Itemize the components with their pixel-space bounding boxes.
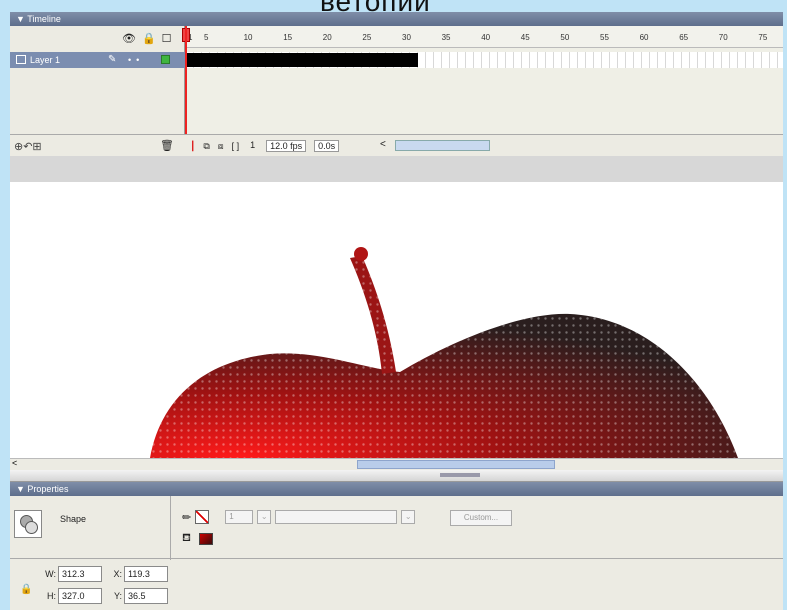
frame-ruler[interactable]: 1 5 10 15 20 25 30 35 40 45 50 55 60 65 70 75: [186, 26, 783, 48]
h-row: H: 327.0: [44, 588, 102, 604]
timeline-footer: ⊕↶⊞ 🗑 ┃ ⧉ ⧈ [ ] 1 12.0 fps 0.0s <: [10, 134, 783, 156]
pen-icon: ✏: [182, 511, 192, 524]
y-label: Y:: [113, 591, 122, 601]
divider: [10, 558, 783, 559]
scroll-left-icon[interactable]: <: [380, 139, 386, 150]
stroke-height-dropdown[interactable]: ⌄: [257, 510, 272, 524]
ruler-label: 65: [679, 33, 689, 42]
timeline-body: 👁 🔒 ☐ Layer 1 ✎ • • 1 5 10 15 20 25 30 35 40 45 50…: [10, 26, 783, 156]
outline-color-swatch[interactable]: [161, 55, 170, 64]
ruler-label: 10: [243, 33, 253, 42]
stroke-color-swatch[interactable]: [195, 510, 210, 524]
layer-name: Layer 1: [30, 55, 61, 65]
fill-tools: ⛾: [182, 532, 213, 546]
properties-header[interactable]: ▼ Properties: [10, 482, 783, 496]
x-label: X:: [113, 569, 122, 579]
y-field[interactable]: 36.5: [124, 588, 168, 604]
layer-icon: [16, 55, 26, 64]
stroke-style-dropdown[interactable]: [275, 510, 398, 524]
h-label: H:: [47, 591, 56, 601]
bucket-icon: ⛾: [182, 532, 191, 544]
ruler-label: 55: [600, 33, 609, 42]
timeline-scrollbar[interactable]: [395, 140, 490, 151]
keyframe-span[interactable]: [186, 53, 418, 67]
ruler-label: 70: [718, 33, 728, 42]
ruler-label: 35: [441, 33, 451, 42]
elapsed-field: 0.0s: [314, 140, 340, 152]
modify-onion-markers-icon[interactable]: [ ]: [232, 141, 240, 151]
stage[interactable]: [10, 182, 783, 458]
ruler-label: 60: [639, 33, 649, 42]
ruler-label: 20: [322, 33, 332, 42]
outline-icon[interactable]: ☐: [162, 32, 172, 45]
timeline-controls: ┃ ⧉ ⧈ [ ] 1 12.0 fps 0.0s: [190, 140, 340, 152]
edit-bar: [10, 156, 783, 182]
w-row: W: 312.3: [44, 566, 102, 582]
ruler-label: 30: [402, 33, 411, 42]
center-frame-icon[interactable]: ┃: [190, 141, 195, 152]
visibility-dots[interactable]: • •: [128, 52, 139, 68]
ruler-label: 5: [204, 33, 209, 42]
divider: [170, 496, 171, 560]
y-row: Y: 36.5: [110, 588, 168, 604]
add-layer-icons[interactable]: ⊕↶⊞: [14, 140, 42, 153]
splitter-grip[interactable]: [440, 473, 480, 477]
eye-icon[interactable]: 👁: [122, 32, 136, 45]
apple-stem[interactable]: [350, 247, 396, 374]
stroke-height-field[interactable]: 1: [225, 510, 254, 524]
ruler-label: 40: [481, 33, 491, 42]
layer-header-icons: 👁 🔒 ☐: [122, 32, 172, 45]
onion-skin-icon[interactable]: ⧉: [203, 141, 209, 152]
stroke-tools: ✏ 1 ⌄ ⌄: [182, 510, 416, 524]
stage-scroll-thumb[interactable]: [357, 460, 555, 469]
ruler-label: 25: [362, 33, 372, 42]
trash-icon[interactable]: 🗑: [160, 139, 174, 152]
properties-title: Properties: [27, 484, 69, 494]
timeline-title: Timeline: [27, 14, 61, 24]
properties-body: Shape ✏ 1 ⌄ ⌄ Custom... ⛾ 🔒 W: 312.3 X: …: [10, 496, 783, 610]
ruler-label: 45: [520, 33, 530, 42]
collapse-arrow-icon: ▼: [16, 14, 28, 24]
custom-button[interactable]: Custom...: [450, 510, 512, 526]
ruler-label: 50: [560, 33, 570, 42]
w-label: W:: [45, 569, 56, 579]
lock-icon[interactable]: 🔒: [20, 584, 32, 595]
layer-row[interactable]: Layer 1 ✎ • •: [10, 52, 185, 68]
edit-multiple-frames-icon[interactable]: ⧈: [218, 141, 224, 152]
shape-type-label: Shape: [60, 514, 87, 524]
h-field[interactable]: 327.0: [58, 588, 102, 604]
apple-shape[interactable]: [150, 313, 738, 458]
scroll-left-icon[interactable]: <: [12, 458, 17, 468]
w-field[interactable]: 312.3: [58, 566, 102, 582]
fill-color-swatch[interactable]: [199, 533, 213, 545]
panel-splitter[interactable]: [10, 470, 783, 482]
lock-icon[interactable]: 🔒: [142, 32, 156, 45]
app-frame: ветопии ▼ Timeline 👁 🔒 ☐ Layer 1 ✎ • • 1…: [0, 0, 787, 610]
collapse-arrow-icon: ▼: [16, 484, 28, 494]
shape-thumbnail-icon: [14, 510, 42, 538]
stage-hscrollbar[interactable]: <: [10, 458, 783, 470]
fps-field: 12.0 fps: [266, 140, 307, 152]
ruler-label: 75: [758, 33, 768, 42]
ruler-label: 15: [283, 33, 293, 42]
x-field[interactable]: 119.3: [124, 566, 168, 582]
pencil-icon: ✎: [108, 54, 117, 65]
stage-canvas: [150, 247, 738, 458]
timeline-header[interactable]: ▼ Timeline: [10, 12, 783, 26]
current-frame-field: 1: [250, 140, 256, 150]
stroke-style-arrow[interactable]: ⌄: [401, 510, 416, 524]
x-row: X: 119.3: [110, 566, 168, 582]
